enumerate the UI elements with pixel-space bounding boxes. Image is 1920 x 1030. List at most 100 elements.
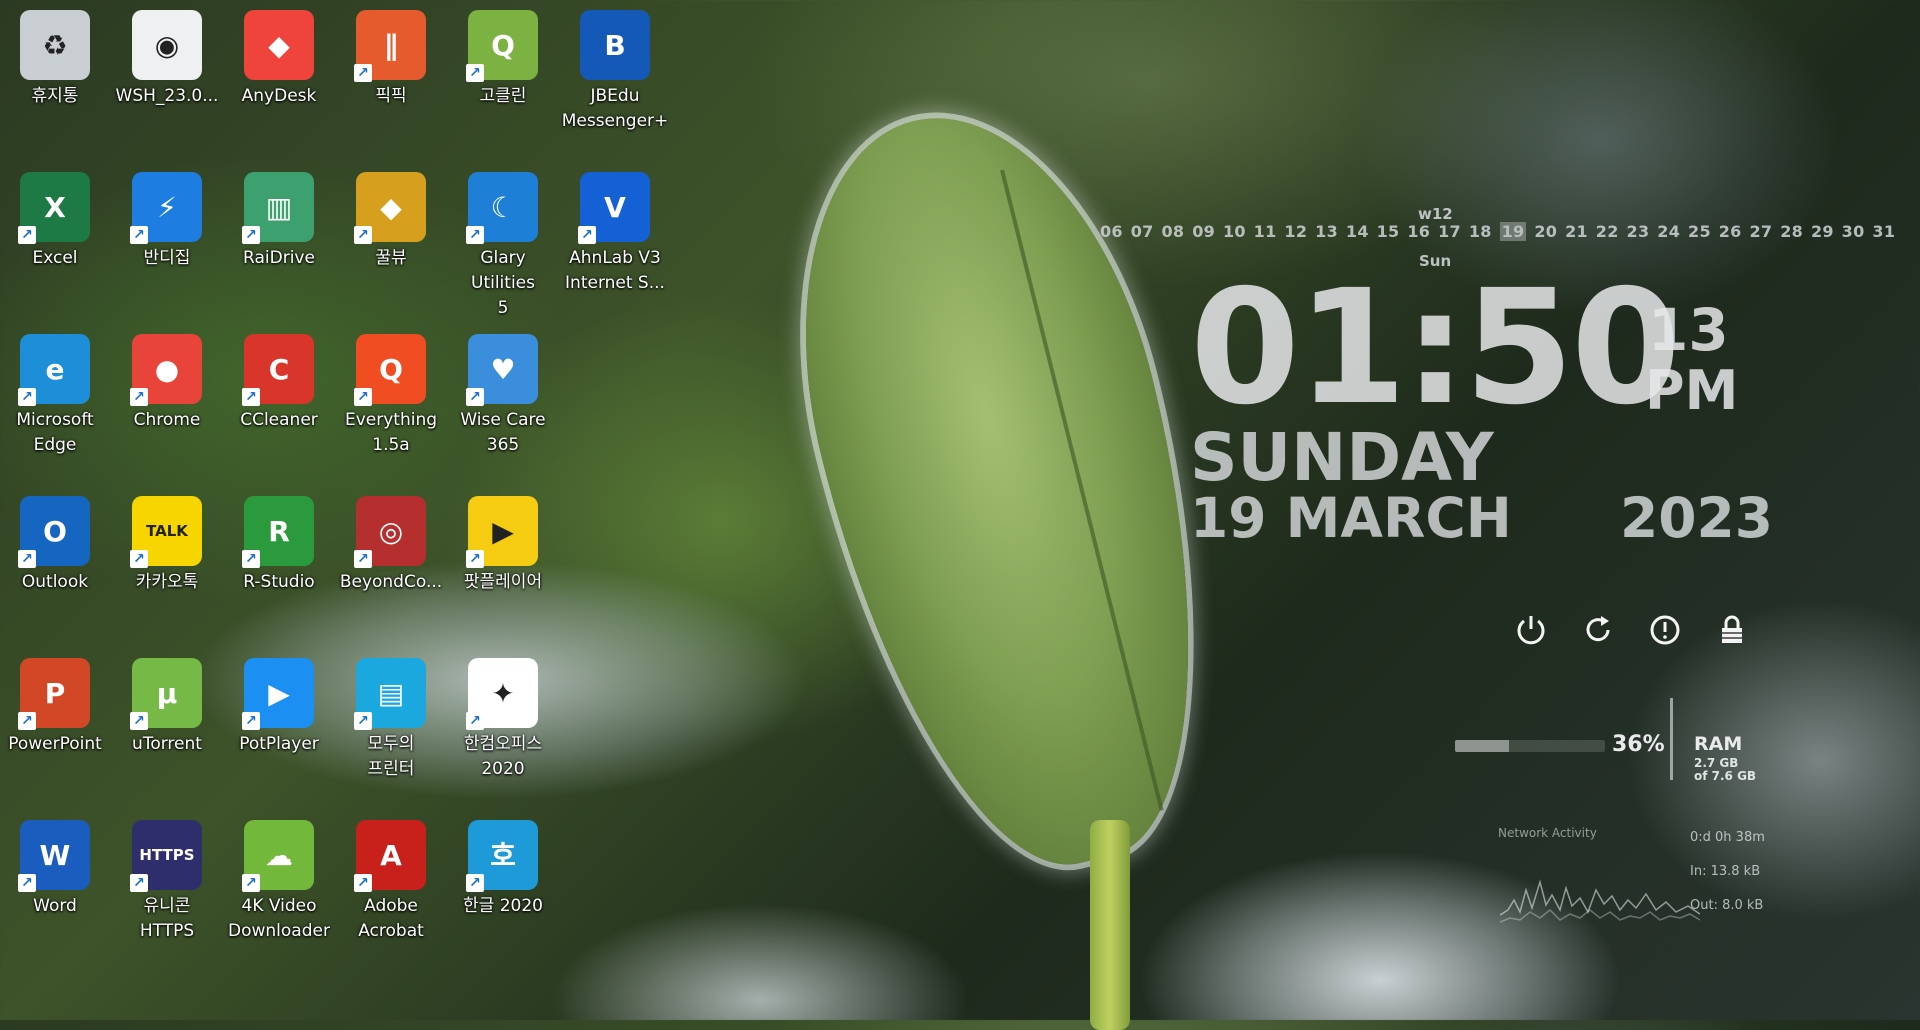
- desktop-icon-label: Excel: [32, 248, 78, 268]
- desktop-icon[interactable]: R ↗ R-Studio: [225, 490, 333, 595]
- desktop-icon[interactable]: B JBEdu Messenger+: [561, 4, 669, 134]
- desktop-icon-label: 한컴오피스 2020: [463, 734, 543, 779]
- shortcut-arrow-icon: ↗: [354, 712, 372, 730]
- powerpoint-icon: P ↗: [18, 658, 90, 730]
- desktop-icon[interactable]: ♥ ↗ Wise Care 365: [449, 328, 557, 458]
- desktop-icon[interactable]: W ↗ Word: [1, 814, 109, 919]
- wise-care-icon: ♥ ↗: [466, 334, 538, 406]
- desktop-icon[interactable]: µ ↗ uTorrent: [113, 652, 221, 757]
- desktop-icon-label: 카카오톡: [135, 572, 199, 592]
- picpick-icon: ∥ ↗: [354, 10, 426, 82]
- desktop-icon[interactable]: P ↗ PowerPoint: [1, 652, 109, 757]
- shortcut-arrow-icon: ↗: [130, 550, 148, 568]
- network-out: Out: 8.0 kB: [1690, 898, 1764, 913]
- desktop-icon-label: RaiDrive: [243, 248, 315, 268]
- desktop-icon[interactable]: O ↗ Outlook: [1, 490, 109, 595]
- desktop-icon[interactable]: TALK ↗ 카카오톡: [113, 490, 221, 595]
- days-before: 06 07 08 09 10 11 12 13 14 15 16 17 18: [1100, 222, 1492, 241]
- desktop-icon[interactable]: ◉ WSH_23.0...: [113, 4, 221, 109]
- shortcut-arrow-icon: ↗: [130, 388, 148, 406]
- desktop-icon[interactable]: ✦ ↗ 한컴오피스 2020: [449, 652, 557, 782]
- desktop-icon-label: AhnLab V3 Internet S...: [565, 248, 665, 293]
- desktop-icon-label: 픽픽: [375, 86, 407, 106]
- raidrive-icon: ▥ ↗: [242, 172, 314, 244]
- ram-usage-bar: [1455, 740, 1605, 752]
- kakaotalk-icon: TALK ↗: [130, 496, 202, 568]
- today-day: 19: [1499, 222, 1527, 241]
- shortcut-arrow-icon: ↗: [18, 874, 36, 892]
- ram-label: RAM: [1694, 733, 1743, 755]
- shortcut-arrow-icon: ↗: [354, 550, 372, 568]
- shortcut-arrow-icon: ↗: [242, 874, 260, 892]
- desktop-icon-label: Outlook: [21, 572, 89, 592]
- desktop-icon-label: Glary Utilities 5: [471, 248, 535, 318]
- desktop-icon[interactable]: V ↗ AhnLab V3 Internet S...: [561, 166, 669, 296]
- desktop-icon[interactable]: e ↗ Microsoft Edge: [1, 328, 109, 458]
- ram-divider: [1670, 698, 1673, 780]
- desktop-icon-label: Microsoft Edge: [16, 410, 94, 455]
- restart-icon[interactable]: [1578, 610, 1618, 650]
- ram-total: of 7.6 GB: [1694, 769, 1757, 783]
- desktop-icon[interactable]: ◆ AnyDesk: [225, 4, 333, 109]
- desktop-icon[interactable]: C ↗ CCleaner: [225, 328, 333, 433]
- unicorn-icon: HTTPS ↗: [130, 820, 202, 892]
- desktop-icon-label: Everything 1.5a: [344, 410, 438, 455]
- desktop-icon[interactable]: ▶ ↗ 팟플레이어: [449, 490, 557, 595]
- desktop-icon-label: WSH_23.0...: [115, 86, 219, 106]
- network-in: In: 13.8 kB: [1690, 864, 1761, 879]
- clock-year: 2023: [1620, 486, 1774, 550]
- desktop-icon[interactable]: ● ↗ Chrome: [113, 328, 221, 433]
- month-day-strip: 06 07 08 09 10 11 12 13 14 15 16 17 18 1…: [1100, 222, 1895, 241]
- everything-icon: Q ↗: [354, 334, 426, 406]
- desktop-icon[interactable]: 호 ↗ 한글 2020: [449, 814, 557, 919]
- power-icon[interactable]: [1511, 610, 1551, 650]
- desktop-icon[interactable]: HTTPS ↗ 유니콘 HTTPS: [113, 814, 221, 944]
- desktop-icon[interactable]: X ↗ Excel: [1, 166, 109, 271]
- word-icon: W ↗: [18, 820, 90, 892]
- clock-time: 01:50: [1190, 256, 1681, 440]
- edge-icon: e ↗: [18, 334, 90, 406]
- desktop-icon-label: 한글 2020: [463, 896, 543, 916]
- desktop-icon[interactable]: A ↗ Adobe Acrobat: [337, 814, 445, 944]
- recycle-bin-icon: ♻: [20, 10, 90, 80]
- desktop-icon[interactable]: Q ↗ Everything 1.5a: [337, 328, 445, 458]
- desktop-icon[interactable]: ∥ ↗ 픽픽: [337, 4, 445, 109]
- shortcut-arrow-icon: ↗: [354, 388, 372, 406]
- clock-weekday: SUNDAY: [1190, 419, 1494, 496]
- desktop-icon-label: Chrome: [133, 410, 201, 430]
- network-activity-graph: [1500, 879, 1700, 923]
- r-studio-icon: R ↗: [242, 496, 314, 568]
- desktop-icon[interactable]: ♻ 휴지통: [1, 4, 109, 109]
- desktop-icon-label: Adobe Acrobat: [358, 896, 424, 941]
- lock-icon[interactable]: [1712, 610, 1752, 650]
- shortcut-arrow-icon: ↗: [466, 64, 484, 82]
- ram-usage-fill: [1455, 740, 1509, 752]
- beyond-compare-icon: ◎ ↗: [354, 496, 426, 568]
- 4k-video-downloader-icon: ☁ ↗: [242, 820, 314, 892]
- chrome-icon: ● ↗: [130, 334, 202, 406]
- shortcut-arrow-icon: ↗: [130, 712, 148, 730]
- desktop-icon-label: 반디집: [143, 248, 191, 268]
- desktop-icon[interactable]: ☁ ↗ 4K Video Downloader: [225, 814, 333, 944]
- desktop-icon[interactable]: ◆ ↗ 꿀뷰: [337, 166, 445, 271]
- desktop-icon[interactable]: ⚡ ↗ 반디집: [113, 166, 221, 271]
- desktop-icon[interactable]: ▶ ↗ PotPlayer: [225, 652, 333, 757]
- desktop-icon-label: Word: [33, 896, 77, 916]
- desktop-icon-label: BeyondCo...: [339, 572, 443, 592]
- excel-icon: X ↗: [18, 172, 90, 244]
- desktop-icon[interactable]: ▤ ↗ 모두의 프린터: [337, 652, 445, 782]
- desktop-icon[interactable]: ▥ ↗ RaiDrive: [225, 166, 333, 271]
- jbedu-messenger-icon: B: [580, 10, 650, 80]
- desktop-icon[interactable]: ☾ ↗ Glary Utilities 5: [449, 166, 557, 321]
- hangul-icon: 호 ↗: [466, 820, 538, 892]
- desktop-icon-label: 4K Video Downloader: [228, 896, 330, 941]
- hancom-office-icon: ✦ ↗: [466, 658, 538, 730]
- shortcut-arrow-icon: ↗: [242, 712, 260, 730]
- desktop-icon-label: 휴지통: [31, 86, 79, 106]
- shortcut-arrow-icon: ↗: [130, 874, 148, 892]
- sleep-icon[interactable]: [1645, 610, 1685, 650]
- desktop-icon[interactable]: ◎ ↗ BeyondCo...: [337, 490, 445, 595]
- desktop-icon[interactable]: Q ↗ 고클린: [449, 4, 557, 109]
- desktop-icon-label: 모두의 프린터: [367, 734, 415, 779]
- file-icon: ◉: [132, 10, 202, 80]
